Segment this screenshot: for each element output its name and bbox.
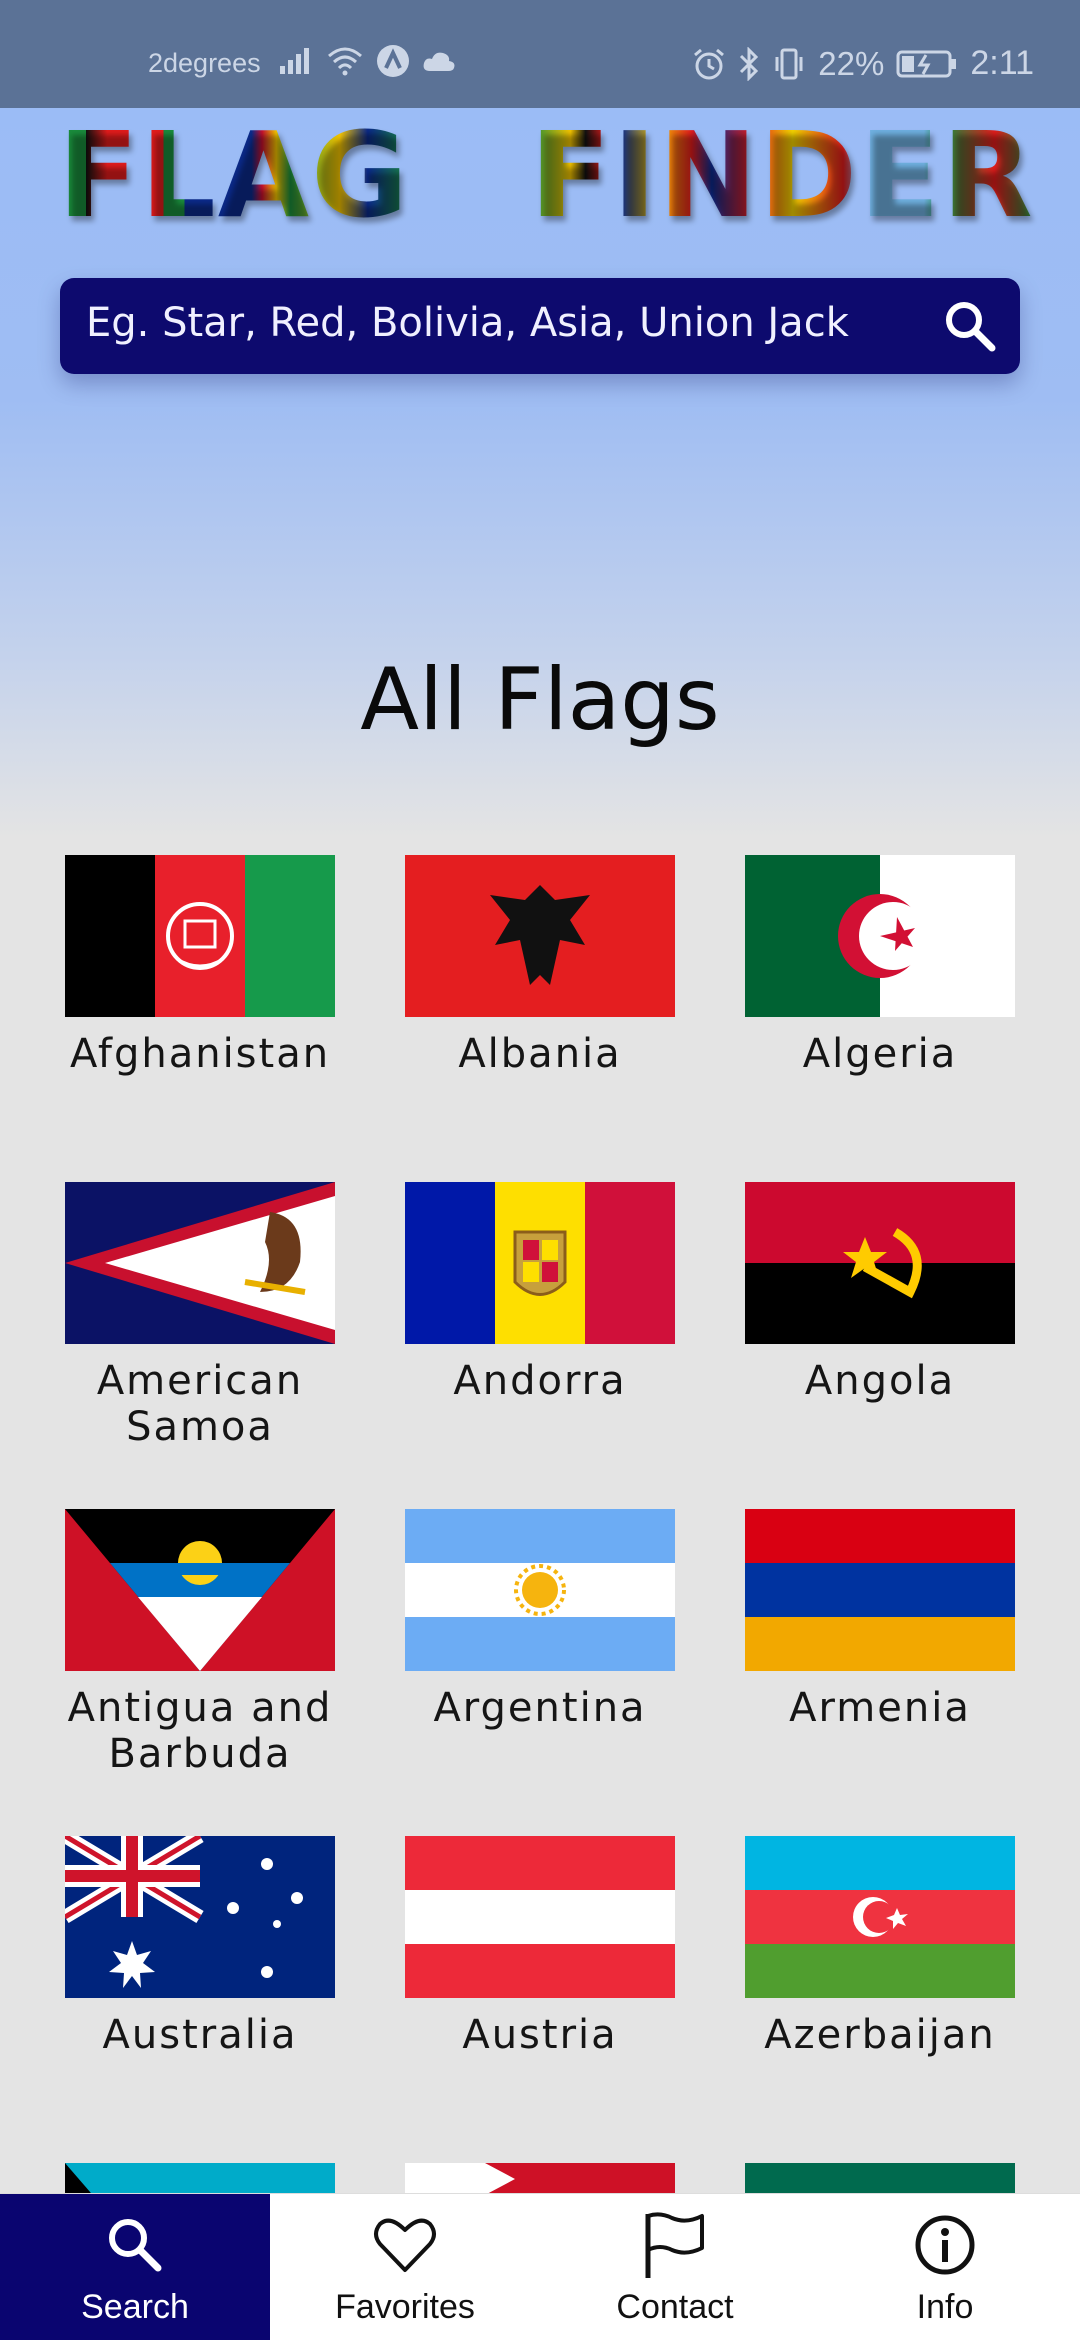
wifi-icon [328, 47, 362, 76]
flag-card-azerbaijan[interactable]: Azerbaijan [745, 1836, 1015, 2058]
flag-card-armenia[interactable]: Armenia [745, 1509, 1015, 1731]
flag-name: Antigua and Barbuda [67, 1685, 333, 1777]
flag-name: Algeria [802, 1031, 958, 1077]
flag-icon [645, 2212, 704, 2278]
nav-label: Favorites [335, 2288, 475, 2326]
alarm-icon [694, 48, 725, 79]
flag-name: Angola [804, 1358, 956, 1404]
flag-name: Andorra [453, 1358, 627, 1404]
nav-label: Contact [616, 2288, 734, 2326]
azerbaijan-flag [745, 1836, 1015, 1998]
nav-label: Search [81, 2288, 189, 2326]
flag-name: Albania [458, 1031, 622, 1077]
flag-name: Argentina [433, 1685, 647, 1731]
flag-name: American Samoa [96, 1358, 304, 1450]
nav-info[interactable]: Info [810, 2194, 1080, 2340]
flag-card-angola[interactable]: Angola [745, 1182, 1015, 1404]
nav-label: Info [916, 2288, 974, 2326]
flag-card-american-samoa[interactable]: American Samoa [65, 1182, 335, 1450]
flag-card-australia[interactable]: Australia [65, 1836, 335, 2058]
logo-text-finder: FINDER [530, 106, 1035, 244]
cloud-icon [423, 52, 455, 71]
search-input[interactable]: Eg. Star, Red, Bolivia, Asia, Union Jack [86, 300, 849, 346]
search-bar[interactable]: Eg. Star, Red, Bolivia, Asia, Union Jack [60, 278, 1020, 374]
flag-name: Afghanistan [69, 1031, 331, 1077]
page-title: All Flags [360, 650, 720, 750]
system-status: 22% 2:11 [692, 44, 1034, 83]
vpn-icon [377, 45, 409, 77]
flag-card-argentina[interactable]: Argentina [405, 1509, 675, 1731]
nav-contact[interactable]: Contact [540, 2194, 810, 2340]
flag-card-antigua-and-barbuda[interactable]: Antigua and Barbuda [65, 1509, 335, 1777]
armenia-flag [745, 1509, 1015, 1671]
nav-favorites[interactable]: Favorites [270, 2194, 540, 2340]
flag-card-albania[interactable]: Albania [405, 855, 675, 1077]
flag-card-algeria[interactable]: Algeria [745, 855, 1015, 1077]
bottom-navigation: Search Favorites Contact Info [0, 2193, 1080, 2340]
status-bar: 2degrees 22% 2:11 [0, 0, 1080, 108]
signal-icon [280, 48, 309, 74]
argentina-flag [405, 1509, 675, 1671]
antigua-and-barbuda-flag [65, 1509, 335, 1671]
flag-name: Armenia [789, 1685, 971, 1731]
logo-word-finder: FINDER [530, 106, 1035, 244]
flag-card-andorra[interactable]: Andorra [405, 1182, 675, 1404]
flag-card-afghanistan[interactable]: Afghanistan [65, 855, 335, 1077]
search-icon [109, 2219, 162, 2272]
bluetooth-icon [740, 46, 759, 81]
connectivity-icons [278, 44, 456, 78]
carrier-label: 2degrees [148, 48, 261, 78]
flag-card-austria[interactable]: Austria [405, 1836, 675, 2058]
afghanistan-flag [65, 855, 335, 1017]
info-icon [915, 2215, 975, 2275]
logo-text-flag: FLAG [58, 106, 410, 244]
algeria-flag [745, 855, 1015, 1017]
search-icon[interactable] [940, 296, 1000, 356]
vibrate-icon [775, 48, 803, 79]
angola-flag [745, 1182, 1015, 1344]
american-samoa-flag [65, 1182, 335, 1344]
andorra-flag [405, 1182, 675, 1344]
heart-icon [374, 2218, 436, 2272]
battery-percent: 22% [818, 44, 885, 82]
logo-word-flag: FLAG [58, 106, 410, 244]
flag-name: Austria [462, 2012, 618, 2058]
flag-name: Australia [102, 2012, 298, 2058]
nav-search[interactable]: Search [0, 2194, 270, 2340]
albania-flag [405, 855, 675, 1017]
australia-flag [65, 1836, 335, 1998]
austria-flag [405, 1836, 675, 1998]
battery-icon [896, 50, 957, 77]
flag-name: Azerbaijan [764, 2012, 996, 2058]
clock: 2:11 [970, 44, 1034, 82]
